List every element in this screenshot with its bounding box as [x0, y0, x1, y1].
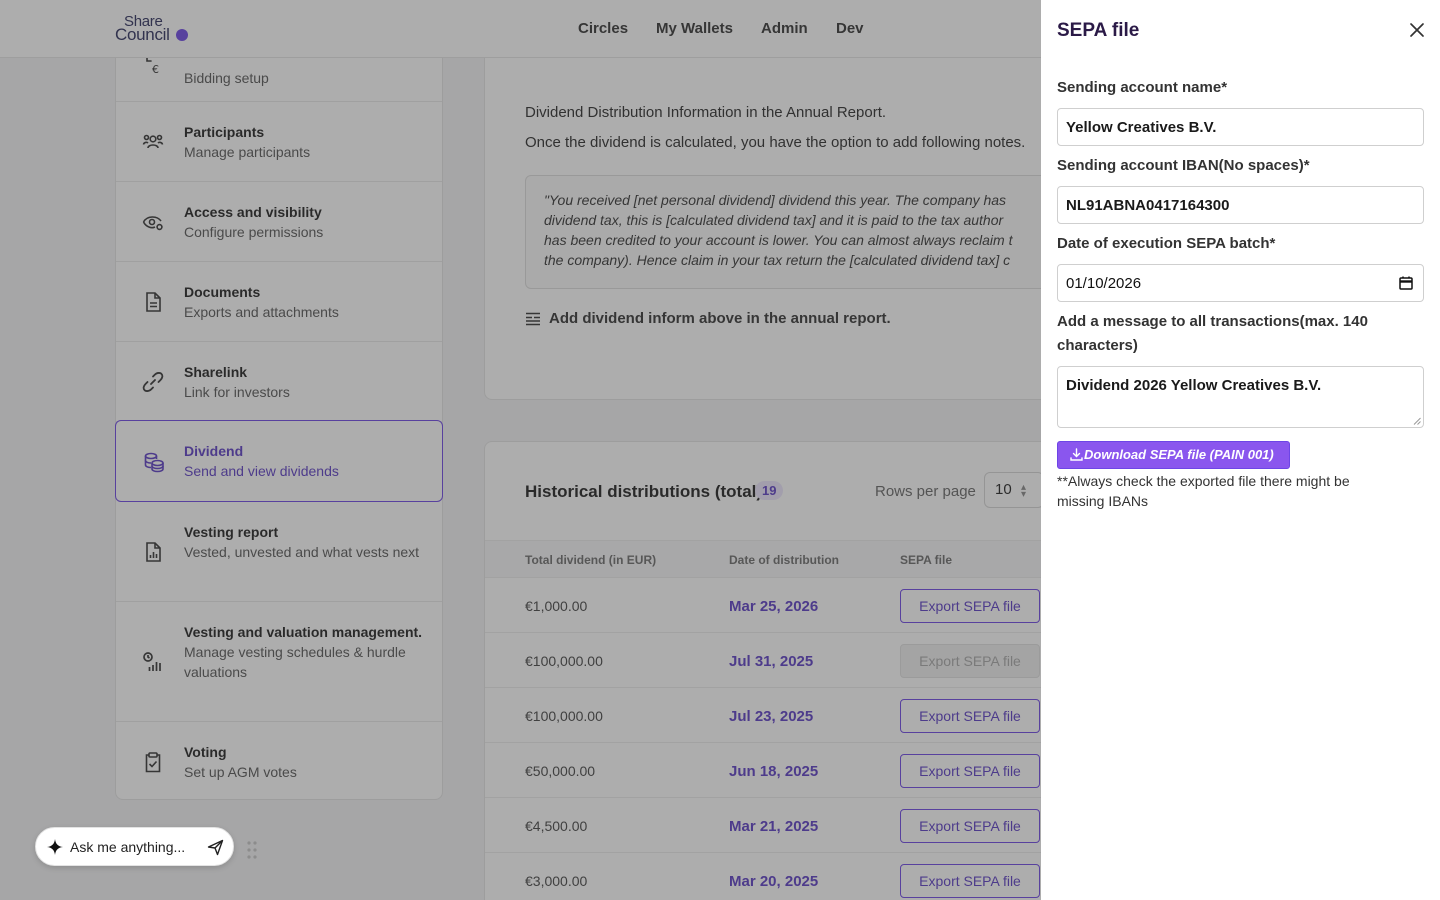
download-sepa-button[interactable]: Download SEPA file (PAIN 001): [1057, 441, 1290, 469]
message-label: Add a message to all transactions(max. 1…: [1057, 313, 1368, 354]
message-value: Dividend 2026 Yellow Creatives B.V.: [1066, 377, 1322, 394]
iban-input[interactable]: NL91ABNA0417164300: [1057, 186, 1424, 224]
ai-chat-input[interactable]: Ask me anything...: [35, 827, 234, 866]
drag-handle-icon[interactable]: [246, 840, 258, 860]
iban-label: Sending account IBAN(No spaces)*: [1057, 157, 1310, 174]
chat-placeholder: Ask me anything...: [70, 839, 186, 855]
resize-grip-icon[interactable]: [1413, 417, 1421, 425]
export-warning-note: **Always check the exported file there m…: [1057, 473, 1350, 509]
account-name-label: Sending account name*: [1057, 79, 1228, 96]
close-icon[interactable]: [1408, 21, 1426, 39]
sepa-file-drawer: SEPA file Sending account name* Yellow C…: [1041, 0, 1440, 900]
download-label: Download SEPA file (PAIN 001): [1084, 447, 1274, 462]
sparkle-icon: [47, 839, 63, 855]
execution-date-input[interactable]: 01/10/2026: [1057, 264, 1424, 302]
download-icon: [1070, 448, 1083, 461]
send-icon[interactable]: [207, 839, 224, 856]
modal-backdrop[interactable]: [0, 0, 1041, 900]
execution-date-label: Date of execution SEPA batch*: [1057, 235, 1276, 252]
execution-date-value: 01/10/2026: [1066, 275, 1142, 292]
message-textarea[interactable]: Dividend 2026 Yellow Creatives B.V.: [1057, 366, 1424, 428]
calendar-icon[interactable]: [1399, 276, 1413, 290]
drawer-title: SEPA file: [1057, 20, 1140, 41]
account-name-input[interactable]: Yellow Creatives B.V.: [1057, 108, 1424, 146]
